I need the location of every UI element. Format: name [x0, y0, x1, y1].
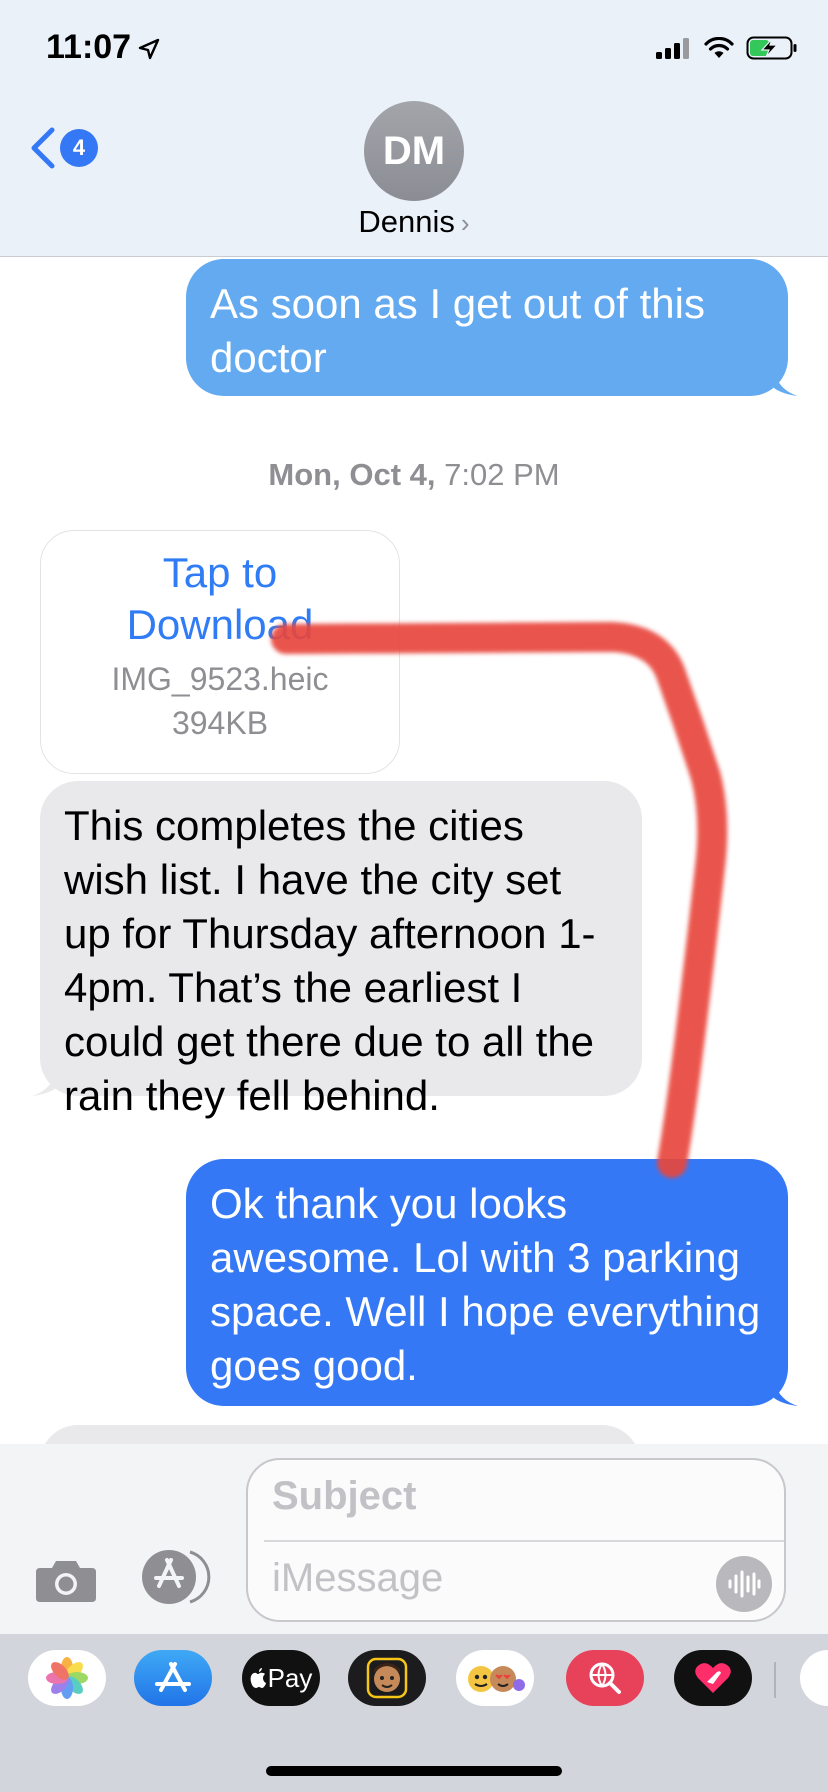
apple-pay-icon[interactable]: Pay [242, 1650, 320, 1706]
unread-count-badge: 4 [60, 129, 98, 167]
bubble-tail [774, 1380, 798, 1406]
heart-touch-icon [695, 1663, 731, 1693]
wifi-icon [704, 37, 734, 58]
apple-pay-label: Pay [267, 1662, 313, 1693]
back-button[interactable]: 4 [28, 126, 98, 170]
timestamp-time: 7:02 PM [444, 457, 560, 492]
digital-touch-icon[interactable] [674, 1650, 752, 1706]
message-thread[interactable]: As soon as I get out of this doctor Mon,… [0, 257, 828, 1444]
sent-message-bubble[interactable]: As soon as I get out of this doctor [186, 259, 788, 396]
audio-message-button[interactable] [716, 1556, 772, 1612]
message-text: As soon as I get out of this doctor [210, 280, 705, 381]
attachment-download-card[interactable]: Tap to Download IMG_9523.heic 394KB [40, 530, 400, 774]
memoji-stickers-icon[interactable] [348, 1650, 426, 1706]
apple-logo-icon [250, 1668, 266, 1688]
timestamp-day: Mon, Oct 4, [268, 457, 436, 492]
message-text: This completes the cities wish list. I h… [64, 802, 596, 1119]
home-indicator[interactable] [266, 1766, 562, 1776]
animoji-faces-icon [468, 1666, 525, 1692]
sent-message-bubble[interactable]: Ok thank you looks awesome. Lol with 3 p… [186, 1159, 788, 1406]
status-time: 11:07 [46, 28, 132, 66]
attachment-filename: IMG_9523.heic [111, 661, 329, 697]
received-message-bubble[interactable] [40, 1425, 640, 1444]
web-images-search-icon[interactable] [566, 1650, 644, 1706]
contact-name-button[interactable]: Dennis › [0, 204, 828, 240]
globe-magnifier-icon [589, 1662, 621, 1694]
bubble-tail [32, 1070, 56, 1096]
subject-input[interactable]: Subject [272, 1474, 416, 1519]
status-bar: 11:07 [0, 0, 828, 96]
conversation-header: 4 DM Dennis › [0, 96, 828, 257]
animoji-icon[interactable] [456, 1650, 534, 1706]
more-apps-icon[interactable] [800, 1650, 828, 1706]
location-arrow-icon [138, 38, 160, 60]
camera-icon[interactable] [34, 1556, 98, 1604]
app-store-a-icon [155, 1662, 191, 1692]
app-drawer-separator [774, 1662, 776, 1698]
message-text: Ok thank you looks awesome. Lol with 3 p… [210, 1180, 761, 1389]
received-message-bubble[interactable]: This completes the cities wish list. I h… [40, 781, 642, 1119]
contact-name: Dennis [358, 204, 455, 239]
chevron-left-icon [31, 127, 55, 169]
field-divider [264, 1540, 784, 1542]
bubble-tail [774, 370, 798, 396]
app-store-drawer-icon[interactable] [140, 1548, 212, 1606]
attachment-size: 394KB [171, 705, 269, 741]
imessage-app-drawer: Pay [0, 1634, 828, 1792]
photos-app-icon[interactable] [28, 1650, 106, 1706]
contact-avatar[interactable]: DM [364, 101, 464, 201]
memoji-face-icon [366, 1657, 408, 1699]
cellular-signal-icon [656, 38, 689, 59]
chevron-right-icon: › [460, 208, 470, 238]
message-timestamp: Mon, Oct 4, 7:02 PM [0, 457, 828, 493]
imessage-input[interactable]: iMessage [272, 1556, 443, 1601]
message-input-field[interactable]: Subject iMessage [246, 1458, 786, 1622]
battery-charging-icon [746, 36, 797, 60]
tap-to-download-link[interactable]: Tap to Download [100, 547, 340, 651]
message-composer: Subject iMessage [0, 1444, 828, 1634]
waveform-icon [728, 1570, 761, 1598]
photos-flower-icon [46, 1657, 88, 1699]
app-store-icon[interactable] [134, 1650, 212, 1706]
